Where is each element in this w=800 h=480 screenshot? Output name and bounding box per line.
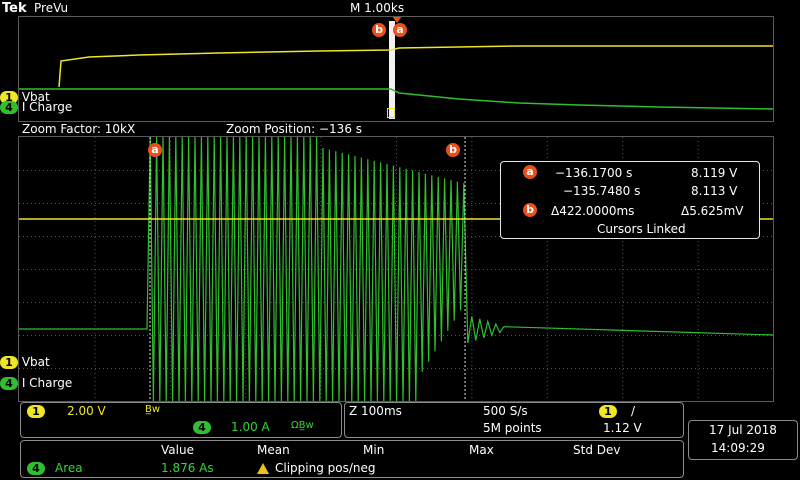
horizontal-settings-panel[interactable]: Z 100ms 500 S/s 5M points 1 / 1.12 V <box>344 402 684 438</box>
ch1-scale[interactable]: 2.00 V <box>67 404 106 418</box>
trigger-level: 1.12 V <box>603 421 642 435</box>
sample-rate: 500 S/s <box>483 404 528 418</box>
settings-ch4-badge: 4 <box>193 421 211 434</box>
date: 17 Jul 2018 <box>709 423 777 437</box>
zoom-scale: Z 100ms <box>349 404 402 418</box>
zoom-cursor-b-marker[interactable]: b <box>446 143 460 157</box>
ch4-badge: 4 <box>0 377 18 390</box>
meas-header-mean: Mean <box>257 443 290 457</box>
ch1-label: Vbat <box>21 355 50 369</box>
clipping-warning: Clipping pos/neg <box>275 461 376 475</box>
readout-cursor-b-badge: b <box>523 203 537 217</box>
meas-header-std-dev: Std Dev <box>573 443 621 457</box>
readout-b-value: 8.113 V <box>691 184 738 198</box>
overview-ch4-marker[interactable]: 4 I Charge <box>0 100 72 114</box>
overview-ch4-label: I Charge <box>21 100 73 114</box>
timebase-readout: M 1.00ks <box>350 1 405 15</box>
brand-logo: Tek <box>2 1 27 16</box>
measurements-panel[interactable]: Value Mean Min Max Std Dev 4 Area 1.876 … <box>20 440 684 478</box>
ch4-scale[interactable]: 1.00 A <box>231 420 270 434</box>
zoom-position: Zoom Position: −136 s <box>226 122 363 136</box>
overview-cursor-b-marker[interactable]: b <box>372 23 386 37</box>
record-length: 5M points <box>483 421 542 435</box>
trigger-source-badge: 1 <box>599 405 617 418</box>
readout-delta-value: Δ5.625mV <box>681 204 744 218</box>
ch1-bandwidth-icon: B̲w <box>145 404 161 415</box>
cursors-linked-label: Cursors Linked <box>597 222 686 236</box>
acquisition-mode: PreVu <box>34 1 69 15</box>
ch1-marker[interactable]: 1 Vbat <box>0 355 50 369</box>
readout-cursor-a-badge: a <box>523 165 537 179</box>
ch1-badge: 1 <box>0 356 18 369</box>
overview-cursor-a-marker[interactable]: a <box>393 23 407 37</box>
readout-a-time: −136.1700 s <box>555 166 633 180</box>
zoom-factor: Zoom Factor: 10kX <box>22 122 136 136</box>
meas-ch4-badge: 4 <box>27 462 45 475</box>
overview-ch4-badge: 4 <box>0 101 18 114</box>
meas-header-value: Value <box>161 443 194 457</box>
readout-b-time: −135.7480 s <box>563 184 641 198</box>
trigger-slope-icon: / <box>631 404 636 418</box>
channel-settings-panel[interactable]: 1 2.00 V B̲w 4 1.00 A ΩB̲w <box>20 402 342 438</box>
meas-header-min: Min <box>363 443 385 457</box>
ch4-marker[interactable]: 4 I Charge <box>0 376 72 390</box>
overview-vbat-trace <box>58 45 773 88</box>
time: 14:09:29 <box>711 441 765 455</box>
overview-icharge-trace <box>19 88 773 110</box>
settings-ch1-badge: 1 <box>27 405 45 418</box>
meas-name: Area <box>55 461 83 475</box>
overview-zoom-marker-icon <box>387 108 395 118</box>
zoom-cursor-a-marker[interactable]: a <box>148 143 162 157</box>
readout-delta-time: Δ422.0000ms <box>551 204 635 218</box>
ch4-label: I Charge <box>21 376 73 390</box>
datetime-panel: 17 Jul 2018 14:09:29 <box>688 420 798 460</box>
readout-a-value: 8.119 V <box>691 166 738 180</box>
cursor-readout-panel: a −136.1700 s 8.119 V −135.7480 s 8.113 … <box>500 161 760 239</box>
meas-header-max: Max <box>469 443 494 457</box>
warning-icon <box>257 463 269 474</box>
zoom-region-indicator <box>389 21 395 119</box>
ch4-bandwidth-icon: ΩB̲w <box>291 420 314 431</box>
meas-value: 1.876 As <box>161 461 214 475</box>
